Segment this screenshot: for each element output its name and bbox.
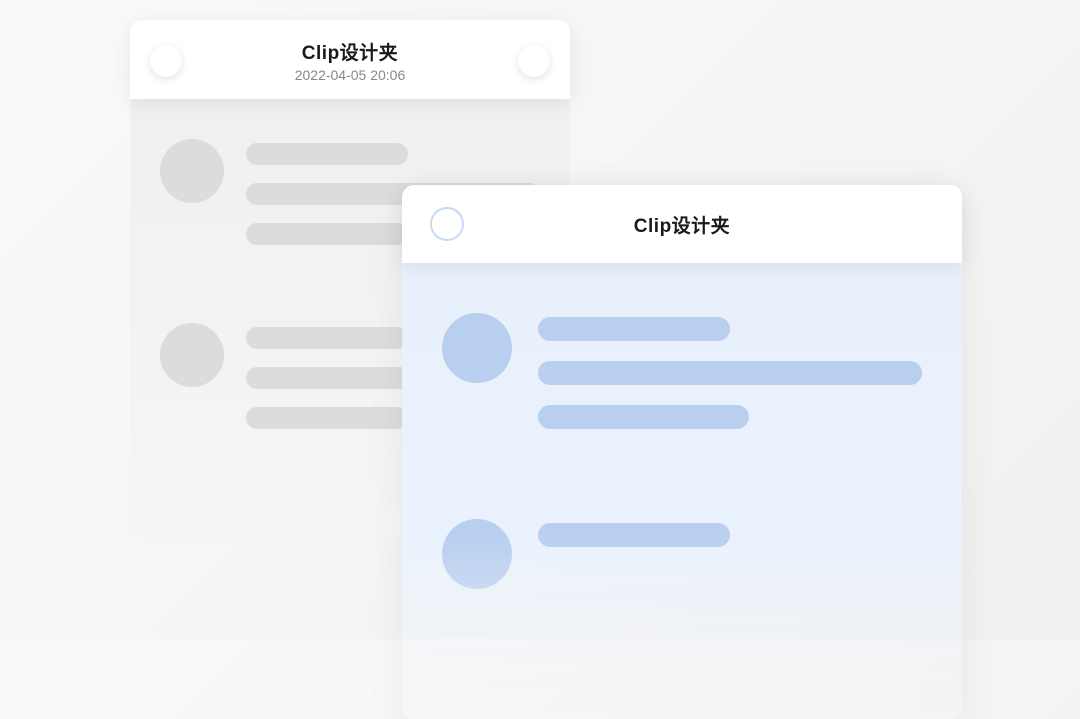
dot-indicator-left	[150, 45, 182, 77]
text-placeholder-line	[246, 223, 408, 245]
card-body-front	[402, 263, 962, 719]
text-placeholder-group	[538, 313, 922, 449]
text-placeholder-line	[246, 143, 408, 165]
dot-indicator-right	[518, 45, 550, 77]
list-item	[442, 313, 922, 449]
text-placeholder-group	[538, 519, 922, 567]
text-placeholder-line	[246, 407, 408, 429]
text-placeholder-line	[538, 523, 730, 547]
radio-indicator[interactable]	[430, 207, 464, 241]
text-placeholder-line	[246, 327, 408, 349]
card-title-front: Clip设计夹	[464, 211, 900, 238]
text-placeholder-line	[538, 317, 730, 341]
text-placeholder-line	[538, 405, 749, 429]
card-header-front: Clip设计夹	[402, 185, 962, 263]
card-title-back: Clip设计夹	[182, 38, 518, 65]
list-item	[442, 519, 922, 589]
avatar-placeholder	[442, 519, 512, 589]
card-timestamp: 2022-04-05 20:06	[182, 67, 518, 83]
avatar-placeholder	[442, 313, 512, 383]
text-placeholder-line	[538, 361, 922, 385]
avatar-placeholder	[160, 139, 224, 203]
avatar-placeholder	[160, 323, 224, 387]
card-header-back: Clip设计夹 2022-04-05 20:06	[130, 20, 570, 99]
card-header-text: Clip设计夹 2022-04-05 20:06	[182, 38, 518, 83]
